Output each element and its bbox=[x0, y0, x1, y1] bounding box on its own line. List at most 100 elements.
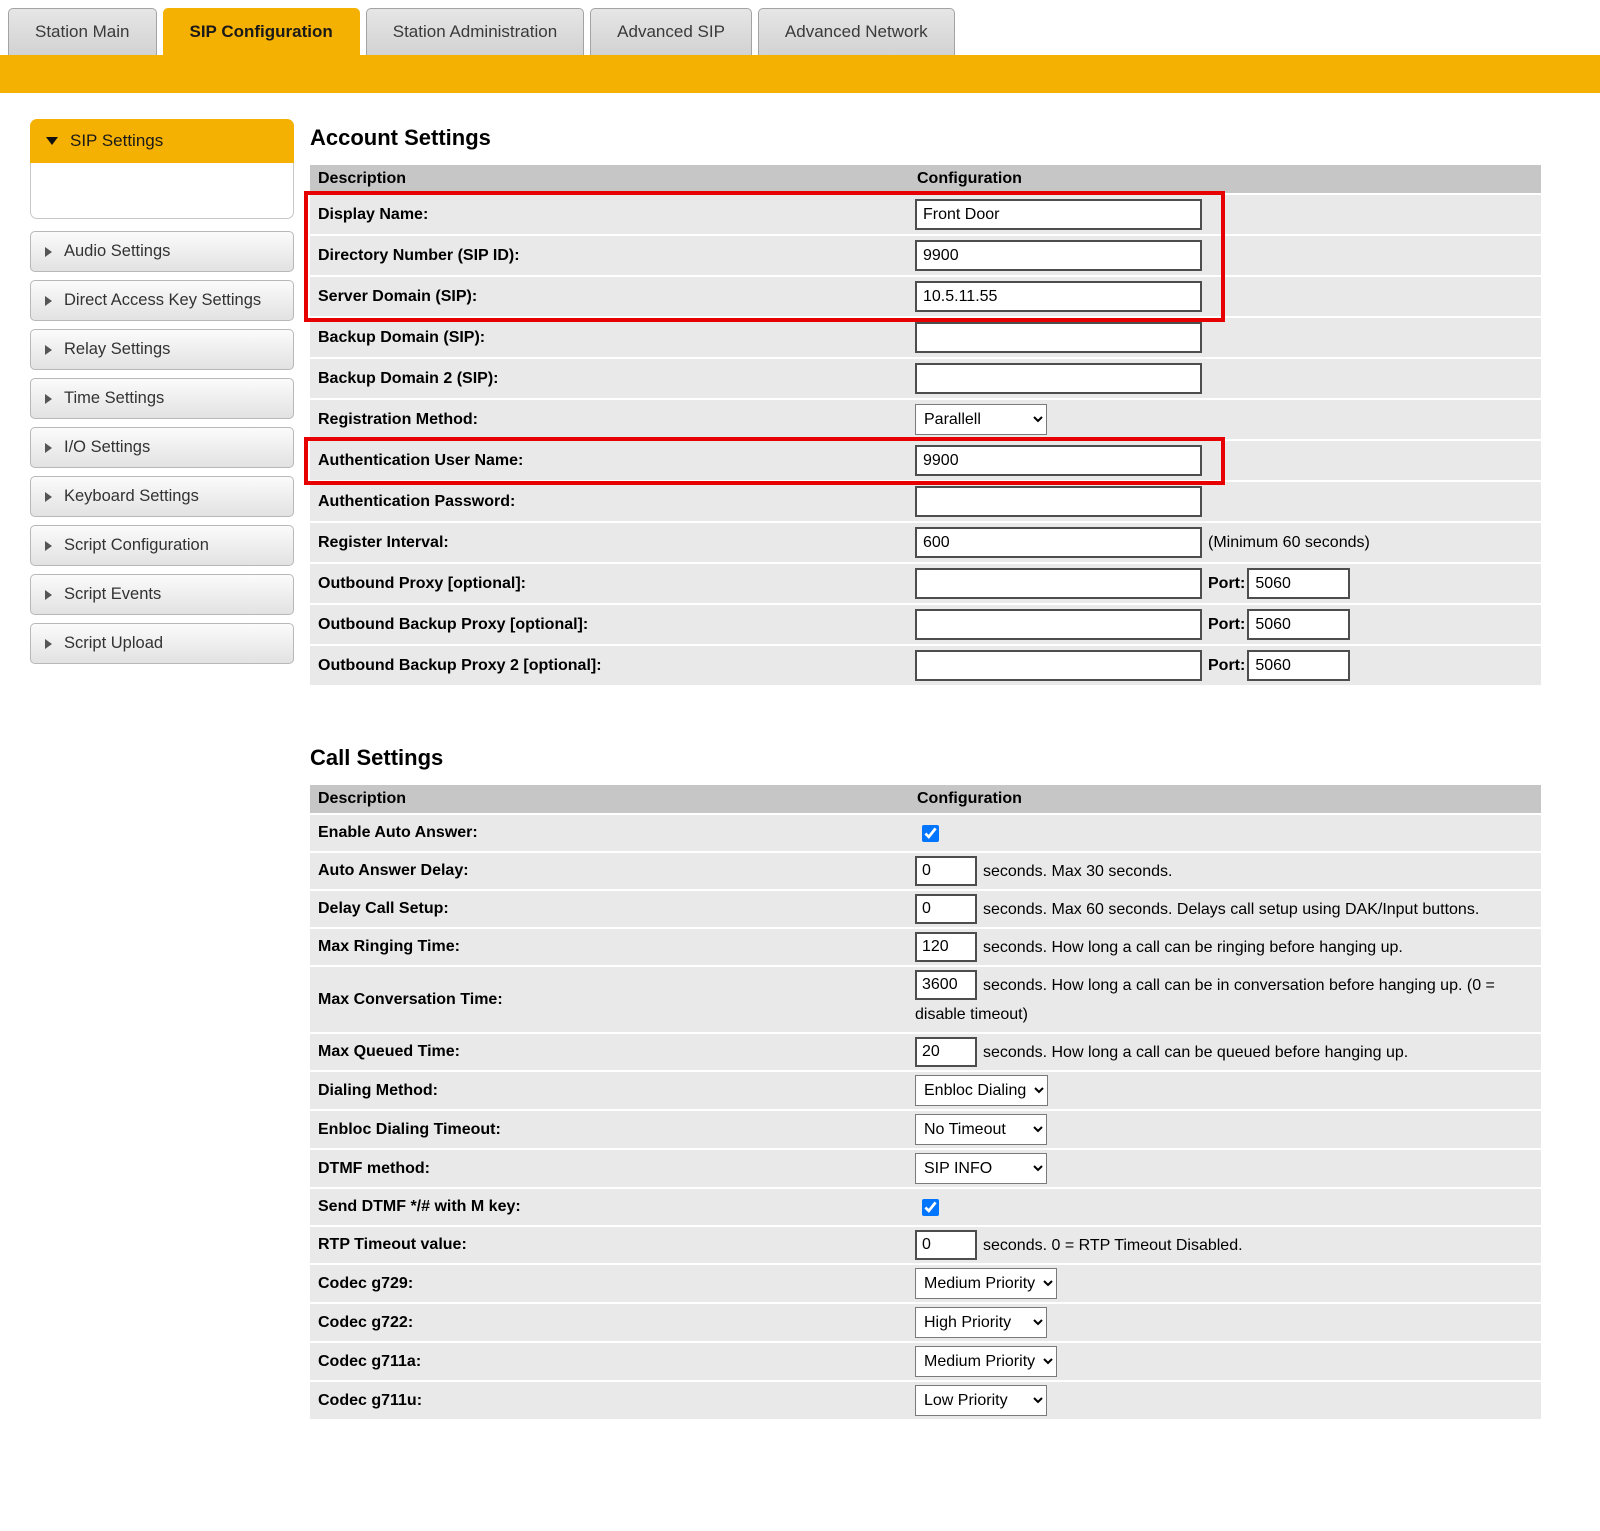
field-label: Outbound Backup Proxy 2 [optional]: bbox=[310, 654, 913, 678]
outbound-backup-proxy-optional-port-input[interactable] bbox=[1247, 609, 1350, 640]
server-domain-sip-input[interactable] bbox=[915, 281, 1202, 312]
sidebar-item-script-events[interactable]: Script Events bbox=[30, 574, 294, 615]
authentication-password-input[interactable] bbox=[915, 486, 1202, 517]
field-config bbox=[913, 816, 1541, 851]
field-label: Max Ringing Time: bbox=[310, 935, 913, 959]
sidebar-item-audio-settings[interactable]: Audio Settings bbox=[30, 231, 294, 272]
registration-method-select[interactable]: Parallell bbox=[915, 404, 1047, 435]
sidebar-item-i-o-settings[interactable]: I/O Settings bbox=[30, 427, 294, 468]
field-config: seconds. Max 30 seconds. bbox=[913, 853, 1541, 889]
call-row-max-conversation-time: Max Conversation Time:seconds. How long … bbox=[310, 967, 1541, 1034]
field-label: Outbound Backup Proxy [optional]: bbox=[310, 613, 913, 637]
max-queued-time-input[interactable] bbox=[915, 1037, 977, 1067]
sidebar-item-time-settings[interactable]: Time Settings bbox=[30, 378, 294, 419]
sidebar-item-label: Script Upload bbox=[64, 634, 163, 653]
sidebar-item-relay-settings[interactable]: Relay Settings bbox=[30, 329, 294, 370]
call-row-send-dtmf-with-m-key: Send DTMF */# with M key: bbox=[310, 1189, 1541, 1227]
outbound-backup-proxy-2-optional-port-input[interactable] bbox=[1247, 650, 1350, 681]
field-hint-text: seconds. Max 30 seconds. bbox=[983, 863, 1172, 880]
auto-answer-delay-input[interactable] bbox=[915, 856, 977, 886]
call-row-dtmf-method: DTMF method:SIP INFO bbox=[310, 1150, 1541, 1189]
field-hint-text: seconds. 0 = RTP Timeout Disabled. bbox=[983, 1237, 1243, 1254]
backup-domain-sip-input[interactable] bbox=[915, 322, 1202, 353]
account-row-authentication-password: Authentication Password: bbox=[310, 482, 1541, 523]
account-row-authentication-user-name: Authentication User Name: bbox=[310, 441, 1541, 482]
enable-auto-answer-checkbox[interactable] bbox=[922, 825, 939, 842]
dialing-method-select[interactable]: Enbloc Dialing bbox=[915, 1075, 1048, 1106]
account-row-register-interval: Register Interval:(Minimum 60 seconds) bbox=[310, 523, 1541, 564]
field-hint-text: seconds. How long a call can be in conve… bbox=[915, 977, 1495, 1024]
codec-g711a-select[interactable]: Medium Priority bbox=[915, 1346, 1057, 1377]
sidebar-item-label: Time Settings bbox=[64, 389, 164, 408]
send-dtmf-with-m-key-checkbox[interactable] bbox=[922, 1199, 939, 1216]
account-row-outbound-backup-proxy-2-optional: Outbound Backup Proxy 2 [optional]:Port: bbox=[310, 646, 1541, 687]
tab-bar: Station MainSIP ConfigurationStation Adm… bbox=[0, 0, 1600, 55]
field-label: Auto Answer Delay: bbox=[310, 859, 913, 883]
field-label: Backup Domain 2 (SIP): bbox=[310, 367, 913, 391]
sidebar-expanded-panel bbox=[30, 163, 294, 219]
tab-station-administration[interactable]: Station Administration bbox=[366, 8, 584, 55]
register-interval-input[interactable] bbox=[915, 527, 1202, 558]
tab-station-main[interactable]: Station Main bbox=[8, 8, 157, 55]
display-name-input[interactable] bbox=[915, 199, 1202, 230]
field-label: Codec g729: bbox=[310, 1272, 913, 1296]
field-label: Codec g711u: bbox=[310, 1389, 913, 1413]
backup-domain-2-sip-input[interactable] bbox=[915, 363, 1202, 394]
sidebar-item-label: I/O Settings bbox=[64, 438, 150, 457]
delay-call-setup-input[interactable] bbox=[915, 894, 977, 924]
field-label: Registration Method: bbox=[310, 408, 913, 432]
tab-advanced-network[interactable]: Advanced Network bbox=[758, 8, 955, 55]
account-table-header: Description Configuration bbox=[310, 165, 1541, 195]
authentication-user-name-input[interactable] bbox=[915, 445, 1202, 476]
sidebar-item-direct-access-key-settings[interactable]: Direct Access Key Settings bbox=[30, 280, 294, 321]
dtmf-method-select[interactable]: SIP INFO bbox=[915, 1153, 1047, 1184]
field-label: Dialing Method: bbox=[310, 1079, 913, 1103]
outbound-backup-proxy-2-optional-input[interactable] bbox=[915, 650, 1202, 681]
call-row-auto-answer-delay: Auto Answer Delay: seconds. Max 30 second… bbox=[310, 853, 1541, 891]
field-config bbox=[913, 319, 1541, 356]
field-config bbox=[913, 442, 1541, 479]
sidebar-item-script-upload[interactable]: Script Upload bbox=[30, 623, 294, 664]
account-row-backup-domain-sip: Backup Domain (SIP): bbox=[310, 318, 1541, 359]
sidebar-item-sip-settings[interactable]: SIP Settings bbox=[30, 119, 294, 219]
field-config: Port: bbox=[913, 606, 1541, 643]
outbound-proxy-optional-input[interactable] bbox=[915, 568, 1202, 599]
field-config: Port: bbox=[913, 565, 1541, 602]
chevron-right-icon bbox=[45, 492, 52, 502]
rtp-timeout-value-input[interactable] bbox=[915, 1230, 977, 1260]
sidebar-item-label: Keyboard Settings bbox=[64, 487, 199, 506]
sidebar-item-label: Relay Settings bbox=[64, 340, 170, 359]
call-settings-table: Description Configuration Enable Auto An… bbox=[310, 785, 1541, 1421]
field-hint-text: seconds. How long a call can be queued b… bbox=[983, 1044, 1408, 1061]
codec-g711u-select[interactable]: Low Priority bbox=[915, 1385, 1047, 1416]
max-ringing-time-input[interactable] bbox=[915, 932, 977, 962]
tab-advanced-sip[interactable]: Advanced SIP bbox=[590, 8, 752, 55]
directory-number-sip-id-input[interactable] bbox=[915, 240, 1202, 271]
codec-g729-select[interactable]: Medium Priority bbox=[915, 1268, 1057, 1299]
call-row-enbloc-dialing-timeout: Enbloc Dialing Timeout:No Timeout bbox=[310, 1111, 1541, 1150]
enbloc-dialing-timeout-select[interactable]: No Timeout bbox=[915, 1114, 1047, 1145]
call-row-codec-g722: Codec g722:High Priority bbox=[310, 1304, 1541, 1343]
call-row-max-ringing-time: Max Ringing Time:seconds. How long a cal… bbox=[310, 929, 1541, 967]
field-label: Display Name: bbox=[310, 203, 913, 227]
field-label: Send DTMF */# with M key: bbox=[310, 1195, 913, 1219]
account-row-registration-method: Registration Method:Parallell bbox=[310, 400, 1541, 441]
field-config bbox=[913, 196, 1541, 233]
outbound-backup-proxy-optional-input[interactable] bbox=[915, 609, 1202, 640]
codec-g722-select[interactable]: High Priority bbox=[915, 1307, 1047, 1338]
field-label: Register Interval: bbox=[310, 531, 913, 555]
sidebar-item-keyboard-settings[interactable]: Keyboard Settings bbox=[30, 476, 294, 517]
sidebar-item-script-configuration[interactable]: Script Configuration bbox=[30, 525, 294, 566]
column-header-description: Description bbox=[310, 790, 913, 808]
max-conversation-time-input[interactable] bbox=[915, 970, 977, 1000]
field-label: Authentication User Name: bbox=[310, 449, 913, 473]
field-config: seconds. How long a call can be in conve… bbox=[913, 967, 1541, 1032]
outbound-proxy-optional-port-input[interactable] bbox=[1247, 568, 1350, 599]
field-config: seconds. How long a call can be queued b… bbox=[913, 1034, 1541, 1070]
field-config: seconds. Max 60 seconds. Delays call set… bbox=[913, 891, 1541, 927]
tab-sip-configuration[interactable]: SIP Configuration bbox=[163, 8, 360, 55]
field-config: seconds. 0 = RTP Timeout Disabled. bbox=[913, 1227, 1541, 1263]
field-config: No Timeout bbox=[913, 1111, 1541, 1148]
field-config bbox=[913, 237, 1541, 274]
call-row-rtp-timeout-value: RTP Timeout value:seconds. 0 = RTP Timeo… bbox=[310, 1227, 1541, 1265]
